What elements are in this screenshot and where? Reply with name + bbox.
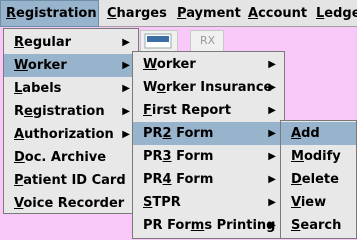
submenu-arrow-icon: ▶	[268, 151, 276, 162]
submenu-arrow-icon: ▶	[268, 128, 276, 139]
menu-item-patient-id-card[interactable]: Patient ID Card	[4, 169, 138, 192]
menu-registration-label: Registration	[6, 6, 97, 21]
menu-account-label: Account	[248, 6, 308, 21]
submenu-arrow-icon: ▶	[268, 59, 276, 70]
menu-bar: Registration Charges Payment Account Led…	[0, 0, 357, 27]
submenu-arrow-icon: ▶	[122, 106, 130, 117]
menu-item-voice-recorder[interactable]: Voice Recorder	[4, 192, 138, 215]
registration-menu: Regular ▶ Worker ▶ Labels ▶ Registration…	[3, 28, 139, 214]
menu-item-view[interactable]: View	[281, 191, 356, 214]
menu-item-worker[interactable]: Worker ▶	[133, 53, 284, 76]
menu-charges-label: Charges	[107, 6, 167, 21]
menu-item-search[interactable]: Search	[281, 214, 356, 237]
submenu-arrow-icon: ▶	[268, 82, 276, 93]
menu-item-registration[interactable]: Registration ▶	[4, 100, 138, 123]
menu-charges[interactable]: Charges	[107, 0, 167, 27]
menu-ledger[interactable]: Ledge	[316, 0, 357, 27]
worker-submenu: Worker ▶ Worker Insurance ▶ First Report…	[132, 51, 285, 239]
submenu-arrow-icon: ▶	[268, 220, 276, 231]
menu-account[interactable]: Account	[248, 0, 307, 27]
rx-label: RX	[200, 34, 216, 47]
toolbar-image-button[interactable]	[140, 30, 178, 52]
menu-item-authorization[interactable]: Authorization ▶	[4, 123, 138, 146]
menu-payment-label: Payment	[177, 6, 241, 21]
menu-item-stpr[interactable]: STPR ▶	[133, 191, 284, 214]
submenu-arrow-icon: ▶	[122, 129, 130, 140]
submenu-arrow-icon: ▶	[122, 37, 130, 48]
menu-item-worker-insurance[interactable]: Worker Insurance ▶	[133, 76, 284, 99]
submenu-arrow-icon: ▶	[122, 83, 130, 94]
submenu-arrow-icon: ▶	[268, 197, 276, 208]
menu-item-pr4-form[interactable]: PR4 Form ▶	[133, 168, 284, 191]
menu-registration[interactable]: Registration	[0, 0, 99, 27]
menu-item-first-report[interactable]: First Report ▶	[133, 99, 284, 122]
menu-payment[interactable]: Payment	[177, 0, 241, 27]
menu-item-doc-archive[interactable]: Doc. Archive	[4, 146, 138, 169]
menu-item-modify[interactable]: Modify	[281, 145, 356, 168]
menu-item-labels[interactable]: Labels ▶	[4, 77, 138, 100]
pr2-form-submenu: Add Modify Delete View Search	[280, 120, 357, 239]
submenu-arrow-icon: ▶	[268, 174, 276, 185]
menu-ledger-label: Ledge	[316, 6, 357, 21]
menu-item-delete[interactable]: Delete	[281, 168, 356, 191]
submenu-arrow-icon: ▶	[268, 105, 276, 116]
menu-item-pr2-form[interactable]: PR2 Form ▶	[133, 122, 284, 145]
menu-item-regular[interactable]: Regular ▶	[4, 31, 138, 54]
menu-item-pr-forms-printing[interactable]: PR Forms Printing ▶	[133, 214, 284, 237]
submenu-arrow-icon: ▶	[122, 60, 130, 71]
menu-item-add[interactable]: Add	[281, 122, 356, 145]
menu-item-worker[interactable]: Worker ▶	[4, 54, 138, 77]
image-icon	[144, 33, 172, 49]
menu-item-pr3-form[interactable]: PR3 Form ▶	[133, 145, 284, 168]
toolbar-rx-button[interactable]: RX	[190, 30, 224, 52]
